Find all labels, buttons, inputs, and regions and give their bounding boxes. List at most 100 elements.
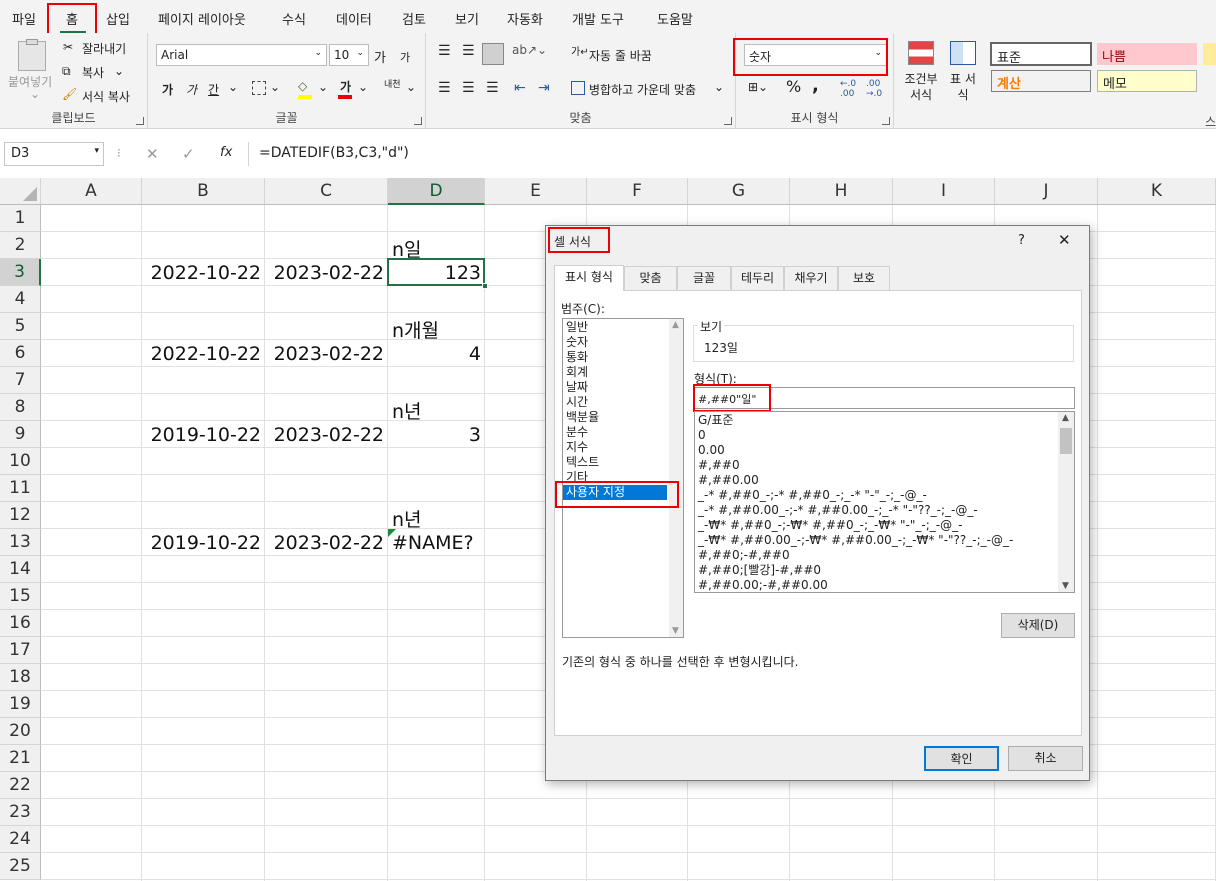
clipboard-launcher-icon[interactable] xyxy=(136,117,144,125)
row-header-4[interactable]: 4 xyxy=(0,286,41,313)
conditional-format-icon[interactable] xyxy=(908,41,934,65)
category-item[interactable]: 일반 xyxy=(566,320,588,335)
style-neutral[interactable] xyxy=(1203,43,1216,65)
wrap-text-button[interactable]: 자동 줄 바꿈 xyxy=(589,47,652,64)
cell-d5[interactable]: n개월 xyxy=(392,316,439,343)
row-header-6[interactable]: 6 xyxy=(0,340,41,367)
row-header-15[interactable]: 15 xyxy=(0,583,41,610)
decrease-decimal-icon[interactable]: .00 →.0 xyxy=(866,79,882,99)
font-grow-button[interactable]: 가 xyxy=(374,47,386,66)
row-header-24[interactable]: 24 xyxy=(0,826,41,853)
tab-protection[interactable]: 보호 xyxy=(838,266,890,290)
fill-color-icon[interactable]: ◇ xyxy=(298,79,307,93)
font-name-dropdown[interactable]: Arial ⌄ xyxy=(156,44,327,66)
format-item[interactable]: 0 xyxy=(698,428,706,443)
align-bottom-icon[interactable] xyxy=(482,43,504,65)
column-header-f[interactable]: F xyxy=(587,178,688,205)
scroll-up-icon[interactable]: ▲ xyxy=(1062,413,1069,423)
merge-center-button[interactable]: 병합하고 가운데 맞춤 xyxy=(589,81,696,98)
row-header-12[interactable]: 12 xyxy=(0,502,41,529)
fill-dropdown-icon[interactable]: ⌄ xyxy=(318,80,328,94)
row-header-14[interactable]: 14 xyxy=(0,556,41,583)
style-bad[interactable]: 나쁨 xyxy=(1097,43,1197,65)
copy-dropdown-icon[interactable]: ⌄ xyxy=(114,64,124,78)
category-item[interactable]: 날짜 xyxy=(566,380,588,395)
category-item[interactable]: 분수 xyxy=(566,425,588,440)
row-header-25[interactable]: 25 xyxy=(0,853,41,880)
underline-button[interactable]: 간 xyxy=(208,81,219,98)
column-header-i[interactable]: I xyxy=(893,178,995,205)
enter-icon[interactable]: ✓ xyxy=(182,145,195,163)
category-scrollbar[interactable]: ▲ ▼ xyxy=(669,319,683,637)
row-header-2[interactable]: 2 xyxy=(0,232,41,259)
tab-page-layout[interactable]: 페이지 레이아웃 xyxy=(158,9,246,28)
scroll-down-icon[interactable]: ▼ xyxy=(1062,581,1069,591)
delete-button[interactable]: 삭제(D) xyxy=(1001,613,1075,638)
tab-data[interactable]: 데이터 xyxy=(336,9,372,28)
cell-d8[interactable]: n년 xyxy=(392,397,422,424)
scroll-down-icon[interactable]: ▼ xyxy=(672,626,679,636)
align-left-icon[interactable]: ☰ xyxy=(438,80,451,96)
paste-dropdown-icon[interactable]: ⌄ xyxy=(30,87,40,101)
format-item[interactable]: G/표준 xyxy=(698,413,733,428)
accounting-format-icon[interactable]: ⊞⌄ xyxy=(748,80,768,94)
cell-b13[interactable]: 2019-10-22 xyxy=(151,532,261,554)
select-all-corner[interactable] xyxy=(0,178,41,205)
column-header-h[interactable]: H xyxy=(790,178,893,205)
cell-b6[interactable]: 2022-10-22 xyxy=(151,343,261,365)
row-header-16[interactable]: 16 xyxy=(0,610,41,637)
format-scrollbar[interactable]: ▲ ▼ xyxy=(1058,412,1074,592)
paste-icon[interactable] xyxy=(18,39,46,71)
increase-indent-icon[interactable]: ⇥ xyxy=(538,80,550,96)
tab-developer[interactable]: 개발 도구 xyxy=(572,9,624,28)
row-header-23[interactable]: 23 xyxy=(0,799,41,826)
format-item[interactable]: _-* #,##0.00_-;-* #,##0.00_-;_-* "-"??_-… xyxy=(698,503,978,518)
category-item[interactable]: 백분율 xyxy=(566,410,599,425)
format-item[interactable]: 0.00 xyxy=(698,443,725,458)
formula-input[interactable]: =DATEDIF(B3,C3,"d") xyxy=(248,142,1216,166)
scroll-thumb[interactable] xyxy=(1060,428,1072,454)
tab-view[interactable]: 보기 xyxy=(455,9,479,28)
format-item[interactable]: _-₩* #,##0_-;-₩* #,##0_-;_-₩* "-"_-;_-@_… xyxy=(698,518,962,533)
cell-c13[interactable]: 2023-02-22 xyxy=(274,532,384,554)
underline-dropdown-icon[interactable]: ⌄ xyxy=(228,80,238,94)
tab-help[interactable]: 도움말 xyxy=(657,9,693,28)
category-item[interactable]: 지수 xyxy=(566,440,588,455)
row-header-11[interactable]: 11 xyxy=(0,475,41,502)
cell-b9[interactable]: 2019-10-22 xyxy=(151,424,261,446)
format-painter-button[interactable]: 서식 복사 xyxy=(82,88,130,105)
category-list[interactable]: 일반 숫자 통화 회계 날짜 시간 백분율 분수 지수 텍스트 기타 사용자 지… xyxy=(562,318,684,638)
font-launcher-icon[interactable] xyxy=(414,117,422,125)
column-header-d[interactable]: D xyxy=(388,178,485,205)
cell-c3[interactable]: 2023-02-22 xyxy=(274,262,384,284)
align-top-icon[interactable]: ☰ xyxy=(438,43,451,59)
ok-button[interactable]: 확인 xyxy=(924,746,999,771)
tab-fill[interactable]: 채우기 xyxy=(784,266,838,290)
row-header-10[interactable]: 10 xyxy=(0,448,41,475)
column-header-e[interactable]: E xyxy=(485,178,587,205)
format-item[interactable]: #,##0;[빨강]-#,##0 xyxy=(698,563,821,578)
phonetic-dropdown-icon[interactable]: ⌄ xyxy=(406,80,416,94)
tab-font[interactable]: 글꼴 xyxy=(677,266,731,290)
column-header-a[interactable]: A xyxy=(41,178,142,205)
alignment-launcher-icon[interactable] xyxy=(724,117,732,125)
tab-border[interactable]: 테두리 xyxy=(731,266,784,290)
font-color-button[interactable]: 가 xyxy=(340,78,351,95)
cell-c9[interactable]: 2023-02-22 xyxy=(274,424,384,446)
italic-button[interactable]: 가 xyxy=(186,81,197,98)
row-header-3[interactable]: 3 xyxy=(0,259,41,286)
row-header-22[interactable]: 22 xyxy=(0,772,41,799)
decrease-indent-icon[interactable]: ⇤ xyxy=(514,80,526,96)
cell-d12[interactable]: n년 xyxy=(392,505,422,532)
percent-button[interactable]: % xyxy=(786,77,801,96)
copy-button[interactable]: 복사 xyxy=(82,64,104,81)
cancel-icon[interactable]: ✕ xyxy=(146,145,159,163)
cell-b3[interactable]: 2022-10-22 xyxy=(151,262,261,284)
bold-button[interactable]: 가 xyxy=(162,81,173,98)
format-item[interactable]: #,##0.00;-#,##0.00 xyxy=(698,578,828,592)
row-header-9[interactable]: 9 xyxy=(0,421,41,448)
cell-d13[interactable]: #NAME? xyxy=(392,532,474,554)
cell-d6[interactable]: 4 xyxy=(469,343,481,365)
category-item[interactable]: 회계 xyxy=(566,365,588,380)
conditional-format-button[interactable]: 조건부 서식 xyxy=(904,71,938,103)
